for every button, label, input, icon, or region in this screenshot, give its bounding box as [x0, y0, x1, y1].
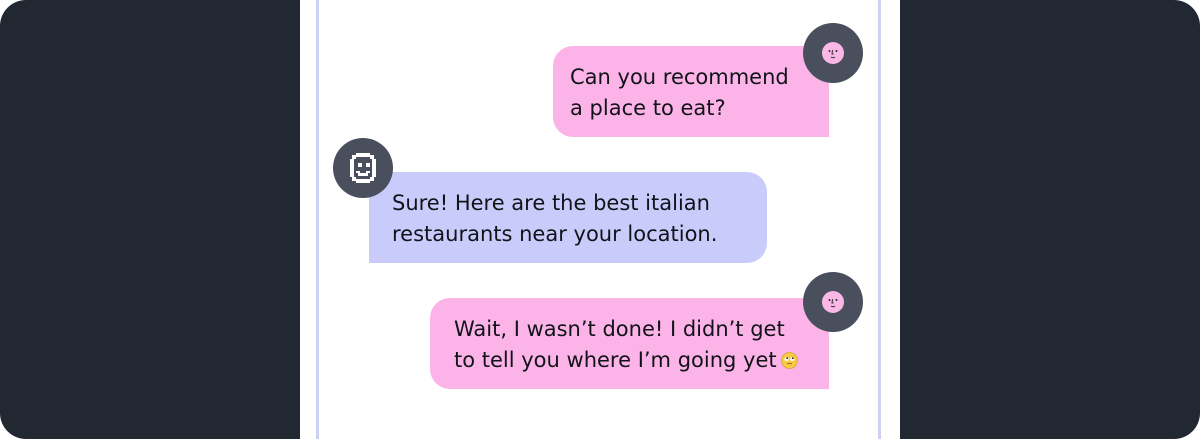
- assistant-message-bubble: Sure! Here are the best italian restaura…: [369, 172, 767, 263]
- message-line: Wait, I wasn’t done! I didn’t get: [454, 317, 785, 341]
- user-avatar[interactable]: [803, 272, 863, 332]
- message-line: to tell you where I’m going yet: [454, 345, 829, 376]
- user-message-bubble: Can you recommend a place to eat?: [553, 46, 829, 137]
- user-avatar[interactable]: [803, 23, 863, 83]
- user-face-icon: [822, 42, 844, 64]
- message-line: restaurants near your location.: [392, 222, 718, 246]
- robot-smiley-icon: [350, 153, 376, 183]
- app-window: Can you recommend a place to eat? Sure! …: [0, 0, 1200, 439]
- message-line: Sure! Here are the best italian: [392, 191, 710, 215]
- user-message-bubble: Wait, I wasn’t done! I didn’t get to tel…: [430, 298, 829, 389]
- user-face-icon: [822, 291, 844, 313]
- message-line-text: to tell you where I’m going yet: [454, 348, 777, 372]
- message-line: a place to eat?: [570, 96, 726, 120]
- chat-panel: Can you recommend a place to eat? Sure! …: [300, 0, 900, 439]
- eye-roll-emoji-icon: [780, 352, 798, 369]
- chat-panel-right-border: [878, 0, 881, 439]
- chat-panel-left-border: [316, 0, 319, 439]
- assistant-avatar[interactable]: [333, 138, 393, 198]
- message-line: Can you recommend: [570, 65, 789, 89]
